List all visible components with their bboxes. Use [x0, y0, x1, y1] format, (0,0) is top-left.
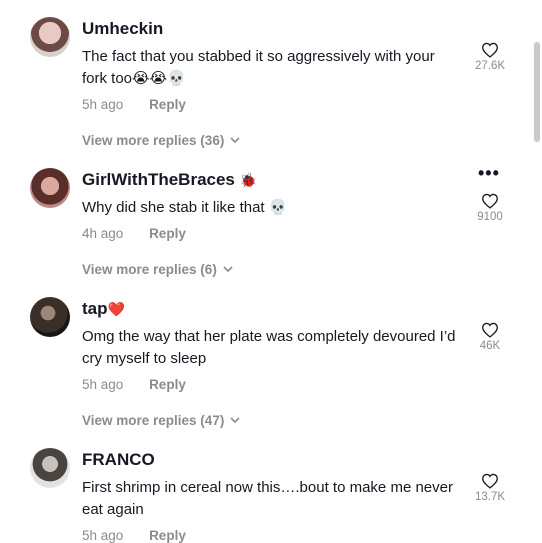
replies-label: View more replies (47) [82, 413, 225, 428]
view-more-replies-button[interactable]: View more replies (36) [82, 133, 240, 148]
reply-button[interactable]: Reply [149, 528, 186, 543]
username-badge: 🐞 [239, 172, 258, 188]
chevron-down-icon [223, 266, 233, 273]
like-button[interactable]: 9100 [470, 193, 510, 223]
chevron-down-icon [230, 137, 240, 144]
chevron-down-icon [230, 417, 240, 424]
comment-text: First shrimp in cereal now this….bout to… [82, 479, 453, 518]
avatar[interactable] [30, 17, 70, 57]
like-count: 9100 [477, 211, 503, 223]
like-count: 46K [479, 340, 501, 352]
heart-outline-icon [482, 42, 498, 58]
comment-text: The fact that you stabbed it so aggressi… [82, 48, 435, 87]
like-button[interactable]: 46K [470, 322, 510, 352]
username-text[interactable]: GirlWithTheBraces [82, 170, 235, 189]
username[interactable]: GirlWithTheBraces 🐞 [82, 170, 257, 190]
username[interactable]: tap❤️ [82, 299, 125, 319]
timestamp: 5h ago [82, 528, 124, 543]
timestamp: 5h ago [82, 377, 124, 392]
reply-button[interactable]: Reply [149, 97, 186, 112]
like-button[interactable]: 27.6K [470, 42, 510, 72]
username[interactable]: FRANCO [82, 450, 155, 470]
reply-button[interactable]: Reply [149, 226, 186, 241]
timestamp: 5h ago [82, 97, 124, 112]
replies-label: View more replies (6) [82, 262, 217, 277]
like-count: 27.6K [474, 60, 506, 72]
comment-meta: 5h ago Reply [82, 97, 186, 112]
username-text[interactable]: Umheckin [82, 19, 163, 38]
comment-meta: 5h ago Reply [82, 377, 186, 392]
avatar[interactable] [30, 168, 70, 208]
comment-text: Omg the way that her plate was completel… [82, 328, 456, 367]
heart-outline-icon [482, 193, 498, 209]
username[interactable]: Umheckin [82, 19, 163, 39]
comment-meta: 5h ago Reply [82, 528, 186, 543]
comment-meta: 4h ago Reply [82, 226, 186, 241]
username-text[interactable]: tap [82, 299, 108, 318]
username-text[interactable]: FRANCO [82, 450, 155, 469]
reply-button[interactable]: Reply [149, 377, 186, 392]
timestamp: 4h ago [82, 226, 124, 241]
comment-text: Why did she stab it like that 💀 [82, 199, 288, 216]
scrollbar[interactable] [534, 42, 540, 142]
replies-label: View more replies (36) [82, 133, 225, 148]
avatar[interactable] [30, 448, 70, 488]
like-button[interactable]: 13.7K [470, 473, 510, 503]
avatar[interactable] [30, 297, 70, 337]
like-count: 13.7K [474, 491, 506, 503]
more-options-icon[interactable]: ••• [478, 164, 500, 182]
username-badge: ❤️ [107, 301, 125, 317]
heart-outline-icon [482, 322, 498, 338]
view-more-replies-button[interactable]: View more replies (6) [82, 262, 233, 277]
heart-outline-icon [482, 473, 498, 489]
view-more-replies-button[interactable]: View more replies (47) [82, 413, 240, 428]
